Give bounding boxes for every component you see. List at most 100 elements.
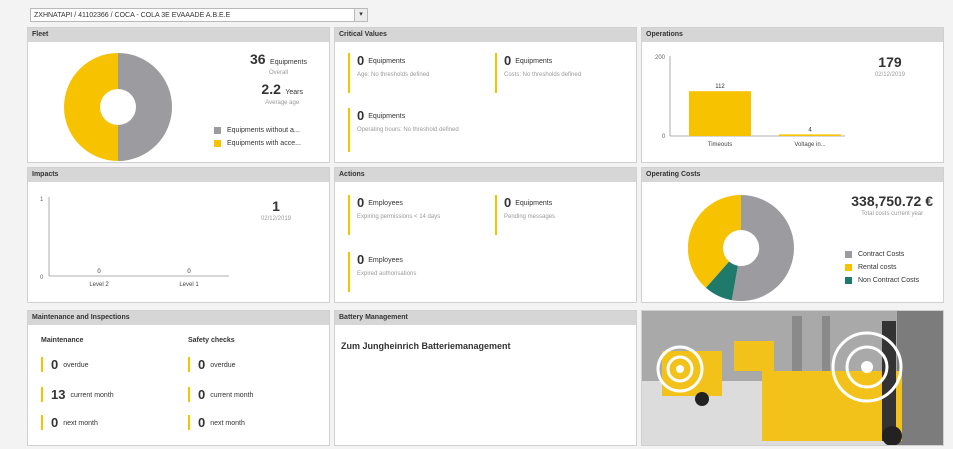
fleet-panel: Fleet 36 Equipments Overall 2.2 Years Av… — [27, 27, 330, 163]
kpi-unit: Equipments — [368, 58, 406, 65]
safety-next-month[interactable]: 0 next month — [188, 415, 245, 430]
kpi-subtext: Expiring permissions < 14 days — [357, 214, 441, 220]
costs-legend: Contract Costs Rental costs Non Contract… — [845, 251, 919, 290]
kpi-unit: Equipments — [515, 200, 553, 207]
x-tick-label: Level 2 — [89, 282, 109, 288]
safety-number: 0 — [198, 357, 206, 372]
critical-values-title: Critical Values — [335, 28, 636, 42]
fleet-legend-label: Equipments with acce... — [227, 140, 301, 147]
customer-selector[interactable]: ZXHNATAPI / 41102366 / COCA - COLA 3E EV… — [30, 8, 368, 22]
kpi-subtext: Costs: No thresholds defined — [504, 72, 582, 78]
battery-management-link[interactable]: Zum Jungheinrich Batteriemanagement — [341, 341, 511, 351]
yellow-swatch — [845, 264, 852, 271]
x-tick-label: Voltage in... — [794, 142, 826, 148]
kpi-subtext: Age: No thresholds defined — [357, 72, 430, 78]
forklift-photo — [641, 310, 944, 446]
kpi-number: 0 — [504, 195, 512, 210]
battery-title: Battery Management — [335, 311, 636, 325]
safety-label: next month — [210, 420, 245, 427]
maintenance-overdue[interactable]: 0 overdue — [41, 357, 89, 372]
safety-label: overdue — [210, 362, 236, 369]
maint-number: 0 — [51, 415, 59, 430]
fleet-legend-item[interactable]: Equipments without a... — [214, 127, 301, 134]
warehouse-forklift-image — [642, 311, 943, 445]
safety-label: current month — [210, 392, 254, 399]
actions-kpi-pending[interactable]: 0 Equipments Pending messages — [495, 195, 555, 235]
actions-kpi-expired[interactable]: 0 Employees Expired authorisations — [348, 252, 416, 292]
maint-number: 13 — [51, 387, 66, 402]
maintenance-current-month[interactable]: 13 current month — [41, 387, 114, 402]
fleet-donut-chart — [64, 53, 172, 161]
bar[interactable] — [689, 91, 751, 136]
fleet-donut-gray — [118, 53, 172, 161]
costs-legend-label: Non Contract Costs — [858, 277, 920, 284]
operations-title: Operations — [642, 28, 943, 42]
safety-overdue[interactable]: 0 overdue — [188, 357, 236, 372]
bar-value-label: 0 — [97, 269, 101, 275]
customer-selector-value: ZXHNATAPI / 41102366 / COCA - COLA 3E EV… — [34, 12, 231, 19]
fleet-age-stat: 2.2 Years Average age — [261, 81, 303, 106]
safety-number: 0 — [198, 415, 206, 430]
impacts-total-stat: 1 02/12/2019 — [261, 198, 291, 222]
kpi-subtext: Expired authorisations — [357, 271, 417, 277]
impacts-panel: Impacts 1 02/12/2019 1 0 0 Level 2 0 Level … — [27, 167, 330, 303]
kpi-number: 0 — [357, 195, 365, 210]
kpi-unit: Employees — [368, 257, 403, 264]
maintenance-panel: Maintenance and Inspections Maintenance … — [27, 310, 330, 446]
kpi-unit: Equipments — [368, 113, 406, 120]
costs-legend-item[interactable]: Rental costs — [845, 264, 919, 271]
fleet-equipments-stat: 36 Equipments Overall — [250, 51, 307, 76]
fleet-legend-item[interactable]: Equipments with acce... — [214, 140, 301, 147]
safety-current-month[interactable]: 0 current month — [188, 387, 253, 402]
fleet-panel-title: Fleet — [28, 28, 329, 42]
teal-swatch — [845, 277, 852, 284]
bar-value-label: 4 — [808, 127, 812, 133]
y-tick-label: 200 — [655, 55, 666, 61]
costs-sub: Total costs current year — [861, 211, 924, 217]
costs-legend-label: Rental costs — [858, 264, 897, 271]
fleet-age-sub: Average age — [265, 100, 300, 106]
operations-total: 179 — [878, 54, 902, 70]
safety-checks-column-title: Safety checks — [188, 337, 235, 344]
maint-label: current month — [70, 392, 114, 399]
costs-legend-item[interactable]: Contract Costs — [845, 251, 919, 258]
fleet-age-value: 2.2 — [261, 81, 281, 97]
y-tick-label: 0 — [662, 134, 666, 140]
chevron-down-icon[interactable]: ▾ — [354, 9, 367, 21]
bar-value-label: 0 — [187, 269, 191, 275]
kpi-subtext: Pending messages — [504, 214, 556, 220]
battery-panel: Battery Management Zum Jungheinrich Batt… — [334, 310, 637, 446]
kpi-number: 0 — [357, 108, 365, 123]
maint-label: overdue — [63, 362, 89, 369]
maintenance-next-month[interactable]: 0 next month — [41, 415, 98, 430]
critical-kpi-age[interactable]: 0 Equipments Age: No thresholds defined — [348, 53, 429, 93]
costs-donut-chart — [688, 195, 794, 301]
gray-swatch — [845, 251, 852, 258]
maintenance-title: Maintenance and Inspections — [28, 311, 329, 325]
impacts-bar-chart: 1 0 0 Level 2 0 Level 1 — [40, 197, 229, 288]
critical-kpi-hours[interactable]: 0 Equipments Operating hours: No threshol… — [348, 108, 467, 152]
gray-swatch — [214, 127, 221, 134]
bar[interactable] — [779, 134, 841, 136]
kpi-unit: Equipments — [515, 58, 553, 65]
kpi-number: 0 — [357, 252, 365, 267]
impacts-total: 1 — [272, 198, 280, 214]
critical-values-panel: Critical Values 0 Equipments Age: No thre… — [334, 27, 637, 163]
operations-bar-chart: 200 0 112 Timeouts 4 Voltage in... — [655, 55, 845, 148]
impacts-date: 02/12/2019 — [260, 216, 291, 222]
kpi-number: 0 — [357, 53, 365, 68]
maint-label: next month — [63, 420, 98, 427]
operations-panel: Operations 179 02/12/2019 200 0 112 Timeo… — [641, 27, 944, 163]
actions-kpi-expiring[interactable]: 0 Employees Expiring permissions < 14 day… — [348, 195, 440, 235]
operating-costs-title: Operating Costs — [642, 168, 943, 182]
costs-total: 338,750.72 € — [851, 193, 933, 209]
costs-legend-label: Contract Costs — [858, 251, 905, 258]
costs-legend-item[interactable]: Non Contract Costs — [845, 277, 919, 284]
critical-kpi-costs[interactable]: 0 Equipments Costs: No thresholds defined — [495, 53, 581, 93]
fleet-donut-yellow — [64, 53, 118, 161]
fleet-equipments-unit: Equipments — [270, 59, 307, 66]
impacts-title: Impacts — [28, 168, 329, 182]
x-tick-label: Level 1 — [179, 282, 199, 288]
fleet-age-unit: Years — [285, 89, 303, 96]
costs-donut-gray — [731, 195, 794, 301]
